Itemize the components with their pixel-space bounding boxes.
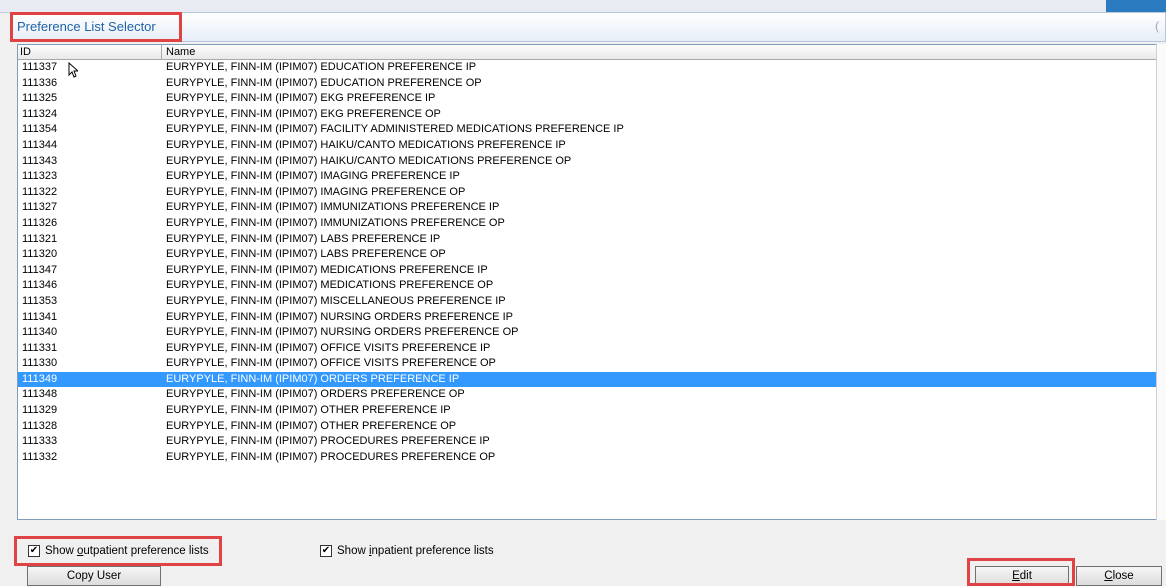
row-name-cell: EURYPYLE, FINN-IM (IPIM07) HAIKU/CANTO M… [166, 138, 566, 151]
preference-list-table[interactable]: ID Name 111337 EURYPYLE, FINN-IM (IPIM07)… [17, 44, 1157, 520]
table-row[interactable]: 111336 EURYPYLE, FINN-IM (IPIM07) EDUCATI… [18, 76, 1156, 92]
table-row[interactable]: 111344 EURYPYLE, FINN-IM (IPIM07) HAIKU/C… [18, 138, 1156, 154]
row-id-cell: 111349 [22, 372, 58, 385]
row-name-cell: EURYPYLE, FINN-IM (IPIM07) OFFICE VISITS… [166, 357, 496, 370]
table-row[interactable]: 111322 EURYPYLE, FINN-IM (IPIM07) IMAGING… [18, 185, 1156, 201]
row-name-cell: EURYPYLE, FINN-IM (IPIM07) IMAGING PREFE… [166, 170, 460, 183]
row-name-cell: EURYPYLE, FINN-IM (IPIM07) EKG PREFERENC… [166, 107, 441, 120]
row-name-cell: EURYPYLE, FINN-IM (IPIM07) ORDERS PREFER… [166, 372, 460, 385]
row-name-cell: EURYPYLE, FINN-IM (IPIM07) PROCEDURES PR… [166, 435, 490, 448]
copy-user-button[interactable]: Copy User [27, 566, 161, 586]
row-name-cell: EURYPYLE, FINN-IM (IPIM07) LABS PREFEREN… [166, 232, 441, 245]
row-name-cell: EURYPYLE, FINN-IM (IPIM07) NURSING ORDER… [166, 310, 513, 323]
row-name-cell: EURYPYLE, FINN-IM (IPIM07) EDUCATION PRE… [166, 76, 482, 89]
row-name-cell: EURYPYLE, FINN-IM (IPIM07) MEDICATIONS P… [166, 279, 494, 292]
row-id-cell: 111347 [22, 263, 58, 276]
row-name-cell: EURYPYLE, FINN-IM (IPIM07) OTHER PREFERE… [166, 404, 451, 417]
row-name-cell: EURYPYLE, FINN-IM (IPIM07) OFFICE VISITS… [166, 341, 491, 354]
row-name-cell: EURYPYLE, FINN-IM (IPIM07) EKG PREFERENC… [166, 92, 436, 105]
row-id-cell: 111330 [22, 357, 58, 370]
title-highlight-box [10, 12, 182, 42]
row-id-cell: 111321 [22, 232, 58, 245]
row-id-cell: 111331 [22, 341, 58, 354]
table-row[interactable]: 111330 EURYPYLE, FINN-IM (IPIM07) OFFICE … [18, 356, 1156, 372]
table-row[interactable]: 111331 EURYPYLE, FINN-IM (IPIM07) OFFICE … [18, 341, 1156, 357]
row-name-cell: EURYPYLE, FINN-IM (IPIM07) PROCEDURES PR… [166, 450, 496, 463]
show-inpatient-checkbox[interactable]: ✔ Show inpatient preference lists [320, 545, 494, 557]
column-header-id[interactable]: ID [20, 46, 31, 58]
table-row[interactable]: 111337 EURYPYLE, FINN-IM (IPIM07) EDUCATI… [18, 60, 1156, 76]
table-row[interactable]: 111353 EURYPYLE, FINN-IM (IPIM07) MISCELL… [18, 294, 1156, 310]
row-id-cell: 111332 [22, 450, 58, 463]
row-id-cell: 111344 [22, 138, 58, 151]
dialog-title-bar: Preference List Selector ( [10, 12, 1166, 42]
row-name-cell: EURYPYLE, FINN-IM (IPIM07) EDUCATION PRE… [166, 61, 477, 73]
table-row[interactable]: 111333 EURYPYLE, FINN-IM (IPIM07) PROCEDU… [18, 434, 1156, 450]
mouse-pointer-icon [68, 62, 78, 78]
table-row[interactable]: 111329 EURYPYLE, FINN-IM (IPIM07) OTHER P… [18, 403, 1156, 419]
row-name-cell: EURYPYLE, FINN-IM (IPIM07) FACILITY ADMI… [166, 123, 624, 136]
row-id-cell: 111333 [22, 435, 58, 448]
row-id-cell: 111353 [22, 294, 58, 307]
row-name-cell: EURYPYLE, FINN-IM (IPIM07) ORDERS PREFER… [166, 388, 465, 401]
table-row[interactable]: 111328 EURYPYLE, FINN-IM (IPIM07) OTHER P… [18, 419, 1156, 435]
table-row[interactable]: 111354 EURYPYLE, FINN-IM (IPIM07) FACILIT… [18, 122, 1156, 138]
table-row[interactable]: 111327 EURYPYLE, FINN-IM (IPIM07) IMMUNIZ… [18, 200, 1156, 216]
table-row[interactable]: 111320 EURYPYLE, FINN-IM (IPIM07) LABS PR… [18, 247, 1156, 263]
row-id-cell: 111336 [22, 76, 58, 89]
column-separator[interactable] [161, 45, 162, 59]
row-id-cell: 111329 [22, 404, 58, 417]
table-row[interactable]: 111343 EURYPYLE, FINN-IM (IPIM07) HAIKU/C… [18, 154, 1156, 170]
close-button[interactable]: Close [1076, 566, 1162, 586]
row-id-cell: 111328 [22, 419, 58, 432]
row-id-cell: 111341 [22, 310, 58, 323]
checkbox-check-icon[interactable]: ✔ [320, 545, 332, 557]
row-id-cell: 111326 [22, 216, 58, 229]
row-id-cell: 111320 [22, 248, 58, 261]
vertical-scrollbar[interactable] [1156, 44, 1166, 520]
edit-highlight-box [967, 558, 1075, 586]
table-row[interactable]: 111341 EURYPYLE, FINN-IM (IPIM07) NURSING… [18, 310, 1156, 326]
row-name-cell: EURYPYLE, FINN-IM (IPIM07) MEDICATIONS P… [166, 263, 488, 276]
show-inpatient-label: Show inpatient preference lists [337, 545, 494, 557]
table-row[interactable]: 111349 EURYPYLE, FINN-IM (IPIM07) ORDERS … [18, 371, 1156, 388]
table-row[interactable]: 111346 EURYPYLE, FINN-IM (IPIM07) MEDICAT… [18, 278, 1156, 294]
row-id-cell: 111354 [22, 123, 58, 136]
table-row[interactable]: 111324 EURYPYLE, FINN-IM (IPIM07) EKG PRE… [18, 107, 1156, 123]
table-row[interactable]: 111326 EURYPYLE, FINN-IM (IPIM07) IMMUNIZ… [18, 216, 1156, 232]
row-id-cell: 111337 [22, 61, 58, 73]
table-row[interactable]: 111347 EURYPYLE, FINN-IM (IPIM07) MEDICAT… [18, 263, 1156, 279]
row-id-cell: 111325 [22, 92, 58, 105]
row-id-cell: 111346 [22, 279, 58, 292]
row-name-cell: EURYPYLE, FINN-IM (IPIM07) NURSING ORDER… [166, 326, 519, 339]
row-name-cell: EURYPYLE, FINN-IM (IPIM07) IMMUNIZATIONS… [166, 216, 505, 229]
table-row[interactable]: 111321 EURYPYLE, FINN-IM (IPIM07) LABS PR… [18, 232, 1156, 248]
row-id-cell: 111340 [22, 326, 58, 339]
row-name-cell: EURYPYLE, FINN-IM (IPIM07) IMMUNIZATIONS… [166, 201, 500, 214]
table-body: 111337 EURYPYLE, FINN-IM (IPIM07) EDUCATI… [18, 60, 1156, 465]
table-header: ID Name [18, 45, 1156, 60]
row-id-cell: 111348 [22, 388, 58, 401]
row-name-cell: EURYPYLE, FINN-IM (IPIM07) HAIKU/CANTO M… [166, 154, 572, 167]
title-right-glyph: ( [1155, 19, 1159, 33]
row-name-cell: EURYPYLE, FINN-IM (IPIM07) IMAGING PREFE… [166, 185, 466, 198]
row-id-cell: 111343 [22, 154, 58, 167]
outpatient-highlight-box [14, 536, 222, 566]
table-row[interactable]: 111332 EURYPYLE, FINN-IM (IPIM07) PROCEDU… [18, 450, 1156, 466]
row-id-cell: 111322 [22, 185, 58, 198]
row-name-cell: EURYPYLE, FINN-IM (IPIM07) MISCELLANEOUS… [166, 294, 506, 307]
table-row[interactable]: 111325 EURYPYLE, FINN-IM (IPIM07) EKG PRE… [18, 91, 1156, 107]
row-id-cell: 111323 [22, 170, 58, 183]
row-id-cell: 111324 [22, 107, 58, 120]
column-header-name[interactable]: Name [166, 46, 195, 58]
table-row[interactable]: 111340 EURYPYLE, FINN-IM (IPIM07) NURSING… [18, 325, 1156, 341]
table-row[interactable]: 111348 EURYPYLE, FINN-IM (IPIM07) ORDERS … [18, 387, 1156, 403]
row-name-cell: EURYPYLE, FINN-IM (IPIM07) LABS PREFEREN… [166, 248, 446, 261]
table-row[interactable]: 111323 EURYPYLE, FINN-IM (IPIM07) IMAGING… [18, 169, 1156, 185]
row-name-cell: EURYPYLE, FINN-IM (IPIM07) OTHER PREFERE… [166, 419, 457, 432]
row-id-cell: 111327 [22, 201, 58, 214]
